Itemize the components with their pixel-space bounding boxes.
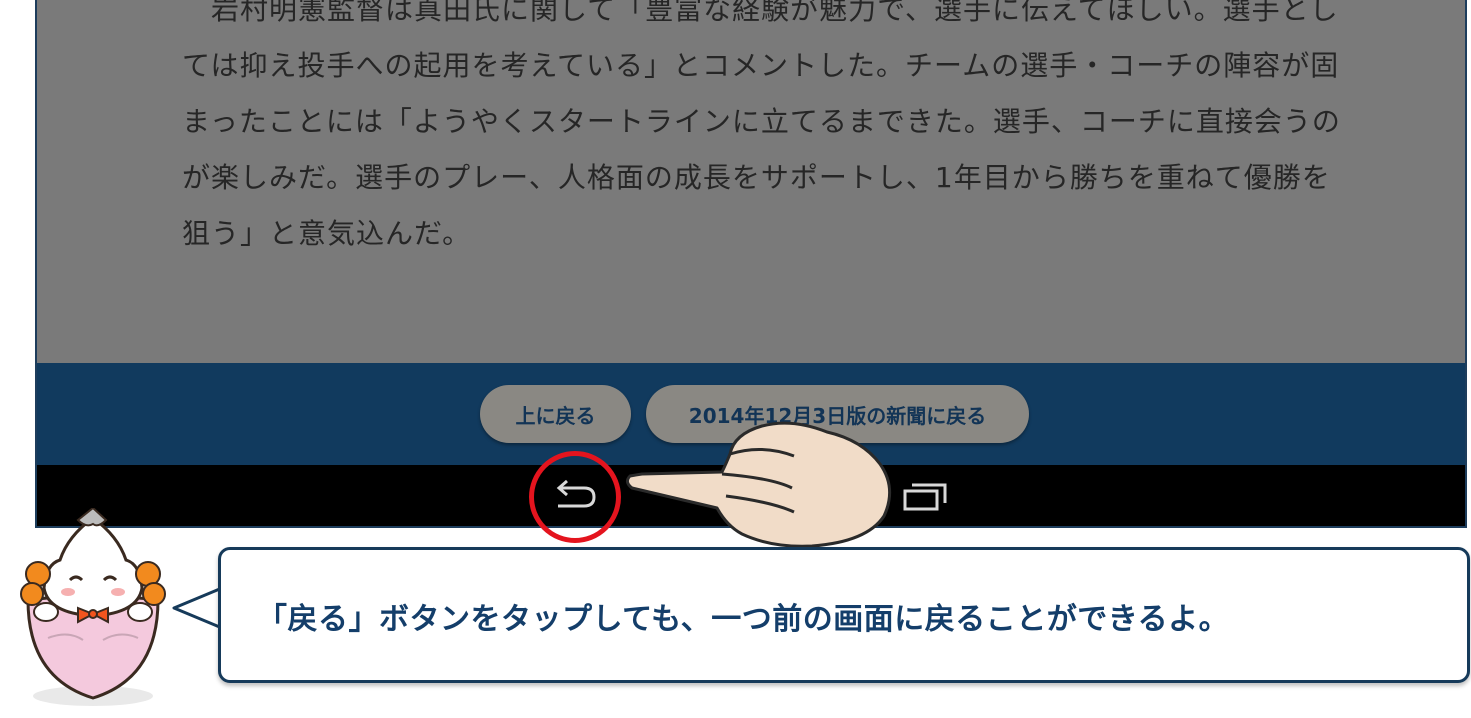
mascot-character-icon	[20, 508, 166, 706]
back-button-highlight-ring	[529, 451, 621, 543]
speech-bubble: 「戻る」ボタンをタップしても、一つ前の画面に戻ることができるよ。	[218, 547, 1470, 683]
scroll-to-top-button[interactable]: 上に戻る	[480, 385, 631, 443]
article-paragraph: 岩村明憲監督は真田氏に関して「豊富な経験が魅力で、選手に伝えてほしい。選手として…	[182, 0, 1341, 250]
pointing-hand-icon	[625, 421, 892, 548]
article-area: 岩村明憲監督は真田氏に関して「豊富な経験が魅力で、選手に伝えてほしい。選手として…	[37, 0, 1465, 363]
recent-apps-icon[interactable]	[895, 479, 955, 515]
callout-text: 「戻る」ボタンをタップしても、一つ前の画面に戻ることができるよ。	[257, 602, 1230, 637]
